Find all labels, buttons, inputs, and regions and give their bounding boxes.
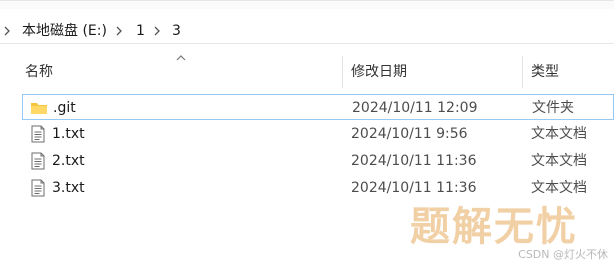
sort-ascending-icon xyxy=(176,55,186,61)
file-type: 文本文档 xyxy=(531,180,587,196)
text-file-icon xyxy=(29,152,47,170)
file-type: 文件夹 xyxy=(532,100,574,116)
text-file-icon xyxy=(29,125,47,143)
column-header-date-modified[interactable]: 修改日期 xyxy=(351,62,407,82)
watermark-logo: 题解无忧 xyxy=(410,204,578,250)
column-header-type[interactable]: 类型 xyxy=(531,62,559,82)
column-divider[interactable] xyxy=(522,56,523,88)
address-bar-top-strip xyxy=(0,1,614,9)
file-name[interactable]: .git xyxy=(53,95,76,121)
file-name[interactable]: 1.txt xyxy=(52,121,85,147)
file-row[interactable]: 1.txt 2024/10/11 9:56 文本文档 xyxy=(22,121,614,147)
file-explorer-window: 本地磁盘 (E:) 1 3 名称 修改日期 类型 .git 2024/10/11 … xyxy=(0,0,614,265)
watermark-credit: CSDN @灯火不休 xyxy=(518,248,608,261)
file-row[interactable]: 3.txt 2024/10/11 11:36 文本文档 xyxy=(22,175,614,201)
column-divider[interactable] xyxy=(342,56,343,88)
breadcrumb-item-folder-1[interactable]: 1 xyxy=(136,20,145,42)
column-header-name[interactable]: 名称 xyxy=(25,62,53,82)
chevron-right-icon[interactable] xyxy=(152,20,166,42)
chevron-right-icon[interactable] xyxy=(2,20,16,42)
file-date-modified: 2024/10/11 11:36 xyxy=(351,180,477,196)
breadcrumb-item-drive[interactable]: 本地磁盘 (E:) xyxy=(22,20,107,42)
text-file-icon xyxy=(29,179,47,197)
watermark: 题解无忧 CSDN @灯火不休 xyxy=(410,203,614,265)
column-headers: 名称 修改日期 类型 xyxy=(0,52,614,88)
folder-icon xyxy=(30,99,48,117)
chevron-right-icon[interactable] xyxy=(114,20,128,42)
file-date-modified: 2024/10/11 11:36 xyxy=(351,153,477,169)
file-row[interactable]: .git 2024/10/11 12:09 文件夹 xyxy=(22,94,614,120)
address-bar[interactable]: 本地磁盘 (E:) 1 3 xyxy=(0,0,614,44)
file-name[interactable]: 2.txt xyxy=(52,148,85,174)
breadcrumb-item-folder-3[interactable]: 3 xyxy=(172,20,181,42)
file-name[interactable]: 3.txt xyxy=(52,175,85,201)
file-date-modified: 2024/10/11 9:56 xyxy=(351,126,468,142)
file-date-modified: 2024/10/11 12:09 xyxy=(352,100,478,116)
file-type: 文本文档 xyxy=(531,153,587,169)
file-type: 文本文档 xyxy=(531,126,587,142)
file-row[interactable]: 2.txt 2024/10/11 11:36 文本文档 xyxy=(22,148,614,174)
